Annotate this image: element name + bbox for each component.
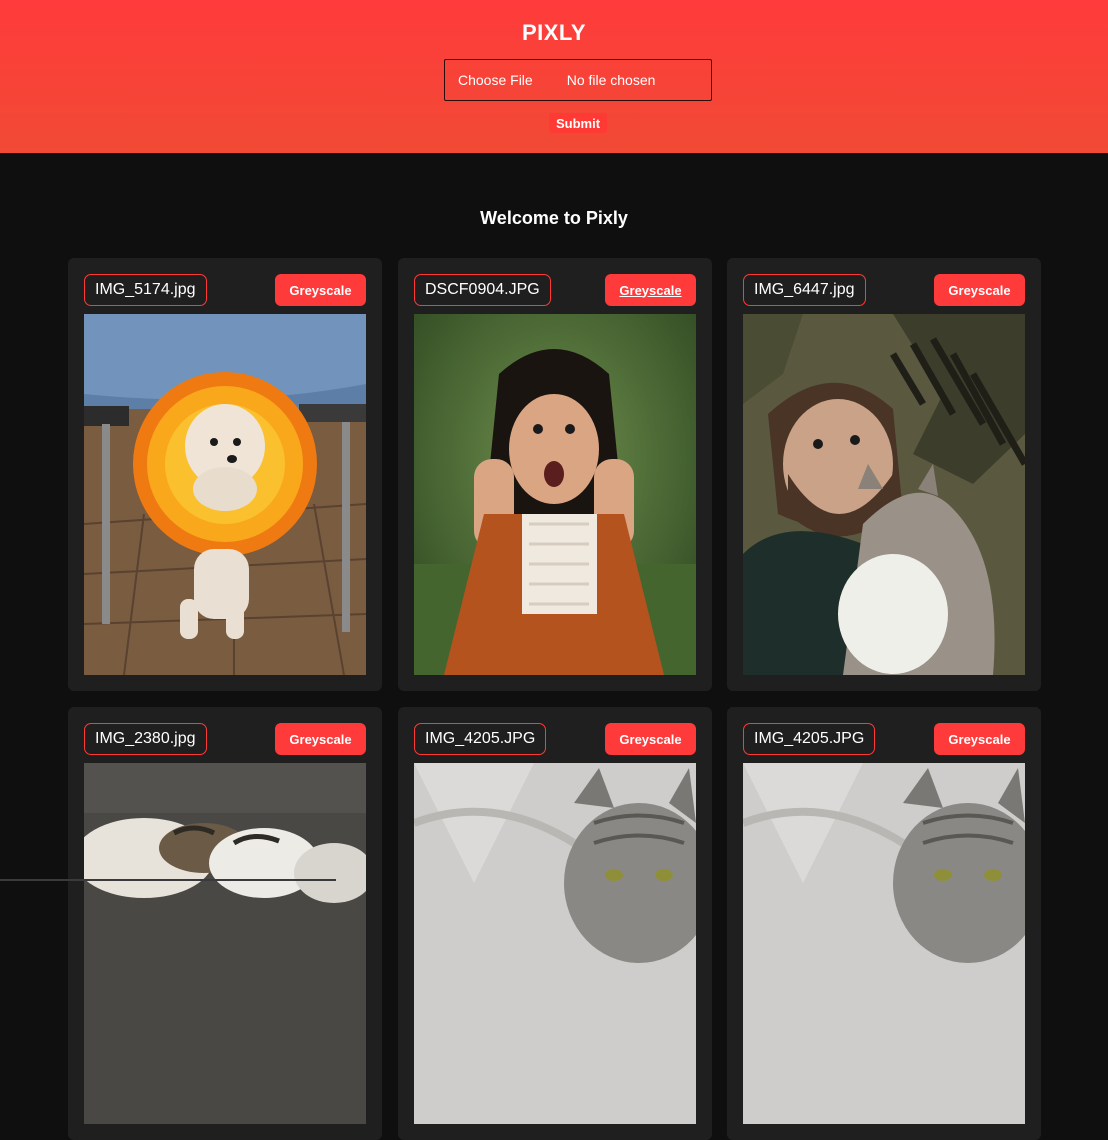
greyscale-button[interactable]: Greyscale <box>605 723 696 755</box>
photo-tabby-cat <box>743 763 1025 1124</box>
image-card: IMG_5174.jpg Greyscale <box>68 258 382 691</box>
image-card: IMG_6447.jpg Greyscale <box>727 258 1041 691</box>
image-card: IMG_4205.JPG Greyscale <box>727 707 1041 1140</box>
photo-sleeping-cat <box>84 763 366 1124</box>
greyscale-button[interactable]: Greyscale <box>275 723 366 755</box>
greyscale-button[interactable]: Greyscale <box>605 274 696 306</box>
greyscale-button[interactable]: Greyscale <box>275 274 366 306</box>
choose-file-button[interactable]: Choose File <box>458 72 533 88</box>
horizontal-scrollbar[interactable] <box>0 879 336 881</box>
file-name-label: IMG_2380.jpg <box>84 723 207 755</box>
app-header: PIXLY Choose File No file chosen Submit <box>0 0 1108 153</box>
image-card: IMG_2380.jpg Greyscale <box>68 707 382 1140</box>
photo-tabby-cat <box>414 763 696 1124</box>
greyscale-button[interactable]: Greyscale <box>934 723 1025 755</box>
greyscale-button[interactable]: Greyscale <box>934 274 1025 306</box>
file-name-label: IMG_6447.jpg <box>743 274 866 306</box>
file-upload-input[interactable]: Choose File No file chosen <box>444 59 712 101</box>
file-name-label: IMG_5174.jpg <box>84 274 207 306</box>
submit-button[interactable]: Submit <box>549 113 607 133</box>
file-status-text: No file chosen <box>566 72 656 88</box>
welcome-heading: Welcome to Pixly <box>480 208 628 228</box>
image-card: IMG_4205.JPG Greyscale <box>398 707 712 1140</box>
image-card: DSCF0904.JPG Greyscale <box>398 258 712 691</box>
app-title: PIXLY <box>521 20 587 45</box>
file-name-label: IMG_4205.JPG <box>743 723 876 755</box>
photo-man-cat <box>743 314 1025 675</box>
photo-girl <box>414 314 696 675</box>
photo-poodle <box>84 314 366 675</box>
file-name-label: DSCF0904.JPG <box>414 274 551 306</box>
file-name-label: IMG_4205.JPG <box>414 723 547 755</box>
